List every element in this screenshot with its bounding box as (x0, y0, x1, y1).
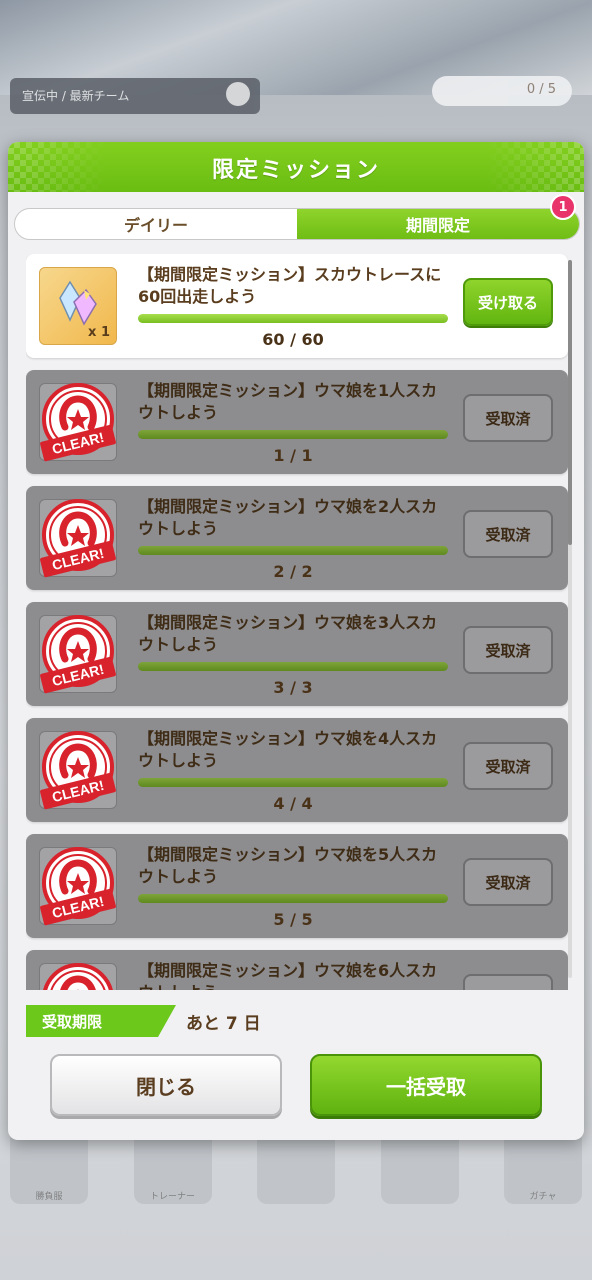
mission-row: CLEAR! 【期間限定ミッション】ウマ娘を5人スカウトしよう 5 / 5 受取済 (26, 834, 568, 938)
mission-progress-count: 3 / 3 (273, 678, 313, 697)
mission-progress-fill (138, 894, 448, 903)
scrollbar[interactable] (568, 260, 572, 978)
mission-progress-bar (138, 314, 448, 323)
clear-stamp-icon: CLEAR! (39, 383, 117, 462)
tab-limited[interactable]: 期間限定 (297, 209, 579, 239)
mission-text: 【期間限定ミッション】スカウトレースに60回出走しよう (138, 265, 442, 306)
mission-progress-count: 1 / 1 (273, 446, 313, 465)
mission-progress-fill (138, 546, 448, 555)
bulk-claim-button[interactable]: 一括受取 (310, 1054, 542, 1116)
mission-row: CLEAR! 【期間限定ミッション】ウマ娘を4人スカウトしよう 4 / 4 受取済 (26, 718, 568, 822)
mission-progress-bar (138, 894, 448, 903)
background-counter-pill: 0 / 5 (432, 76, 572, 106)
mission-text: 【期間限定ミッション】ウマ娘を4人スカウトしよう (138, 729, 438, 770)
clear-stamp-icon: CLEAR! (39, 615, 117, 694)
background-info-icon (226, 82, 250, 106)
background-nav-label: ガチャ (529, 1192, 557, 1202)
background-nav-label: 勝負服 (35, 1192, 63, 1202)
close-button[interactable]: 閉じる (50, 1054, 282, 1116)
background-header-label: 宣伝中 / 最新チーム (22, 89, 130, 103)
gem-icon: x 1 (39, 267, 117, 345)
mission-progress-count: 5 / 5 (273, 910, 313, 929)
mission-progress-fill (138, 314, 448, 323)
mission-progress-fill (138, 662, 448, 671)
dialog-title: 限定ミッション (211, 158, 380, 183)
claimed-button: 受取済 (463, 742, 553, 790)
mission-progress-bar (138, 778, 448, 787)
dialog-header: 限定ミッション (8, 142, 584, 192)
reward-quantity: x 1 (88, 325, 110, 340)
background-nav-item (257, 1130, 335, 1204)
mission-progress-count: 2 / 2 (273, 562, 313, 581)
mission-progress-bar (138, 430, 448, 439)
mission-text: 【期間限定ミッション】ウマ娘を3人スカウトしよう (138, 613, 438, 654)
mission-text: 【期間限定ミッション】ウマ娘を5人スカウトしよう (138, 845, 438, 886)
expiry-label: 受取期限 (26, 1005, 176, 1037)
claim-button[interactable]: 受け取る (463, 278, 553, 326)
mission-text: 【期間限定ミッション】ウマ娘を2人スカウトしよう (138, 497, 438, 538)
mission-progress-bar (138, 546, 448, 555)
mission-tabs: デイリー 期間限定 (14, 208, 580, 240)
clear-stamp-icon: CLEAR! (39, 847, 117, 926)
mission-text: 【期間限定ミッション】ウマ娘を1人スカウトしよう (138, 381, 438, 422)
tab-daily[interactable]: デイリー (15, 209, 297, 239)
mission-row: x 1 【期間限定ミッション】スカウトレースに60回出走しよう 60 / 60 受け取… (26, 254, 568, 358)
background-nav-item (380, 1130, 459, 1204)
clear-stamp-icon: CLEAR! (39, 731, 117, 810)
claimed-button: 受取済 (463, 510, 553, 558)
mission-row: CLEAR! 【期間限定ミッション】ウマ娘を2人スカウトしよう 2 / 2 受取済 (26, 486, 568, 590)
mission-text: 【期間限定ミッション】ウマ娘を6人スカウトしよう (138, 961, 438, 990)
mission-row: CLEAR! 【期間限定ミッション】ウマ娘を1人スカウトしよう 1 / 1 受取済 (26, 370, 568, 474)
mission-list[interactable]: x 1 【期間限定ミッション】スカウトレースに60回出走しよう 60 / 60 受け取… (26, 254, 568, 990)
background-header-bar: 宣伝中 / 最新チーム (10, 78, 260, 114)
background-nav-item: トレーナー (133, 1130, 212, 1204)
notification-badge: 1 (550, 194, 576, 220)
background-nav-label: トレーナー (149, 1192, 195, 1202)
background-nav-item: ガチャ (504, 1130, 582, 1204)
mission-progress-fill (138, 430, 448, 439)
clear-stamp-icon: CLEAR! (39, 963, 117, 990)
mission-row: CLEAR! 【期間限定ミッション】ウマ娘を3人スカウトしよう 3 / 3 受取済 (26, 602, 568, 706)
claimed-button: 受取済 (463, 974, 553, 990)
claimed-button: 受取済 (463, 626, 553, 674)
mission-progress-fill (138, 778, 448, 787)
claimed-button: 受取済 (463, 394, 553, 442)
clear-stamp-icon: CLEAR! (39, 499, 117, 578)
background-counter: 0 / 5 (526, 82, 556, 97)
limited-mission-dialog: 限定ミッション デイリー 期間限定 1 x 1 【期間限定ミッション】スカウトレー… (8, 142, 584, 1140)
expiry-row: 受取期限 あと 7 日 (26, 1005, 261, 1037)
background-bottom-nav: 勝負服 トレーナー ガチャ (10, 1130, 582, 1210)
mission-progress-count: 4 / 4 (273, 794, 313, 813)
mission-row: CLEAR!【期間限定ミッション】ウマ娘を6人スカウトしよう6 / 6受取済 (26, 950, 568, 990)
claimed-button: 受取済 (463, 858, 553, 906)
scrollbar-thumb[interactable] (568, 260, 572, 545)
mission-progress-bar (138, 662, 448, 671)
background-nav-item: 勝負服 (10, 1130, 88, 1204)
expiry-value: あと 7 日 (186, 1013, 261, 1034)
mission-progress-count: 60 / 60 (262, 330, 324, 349)
